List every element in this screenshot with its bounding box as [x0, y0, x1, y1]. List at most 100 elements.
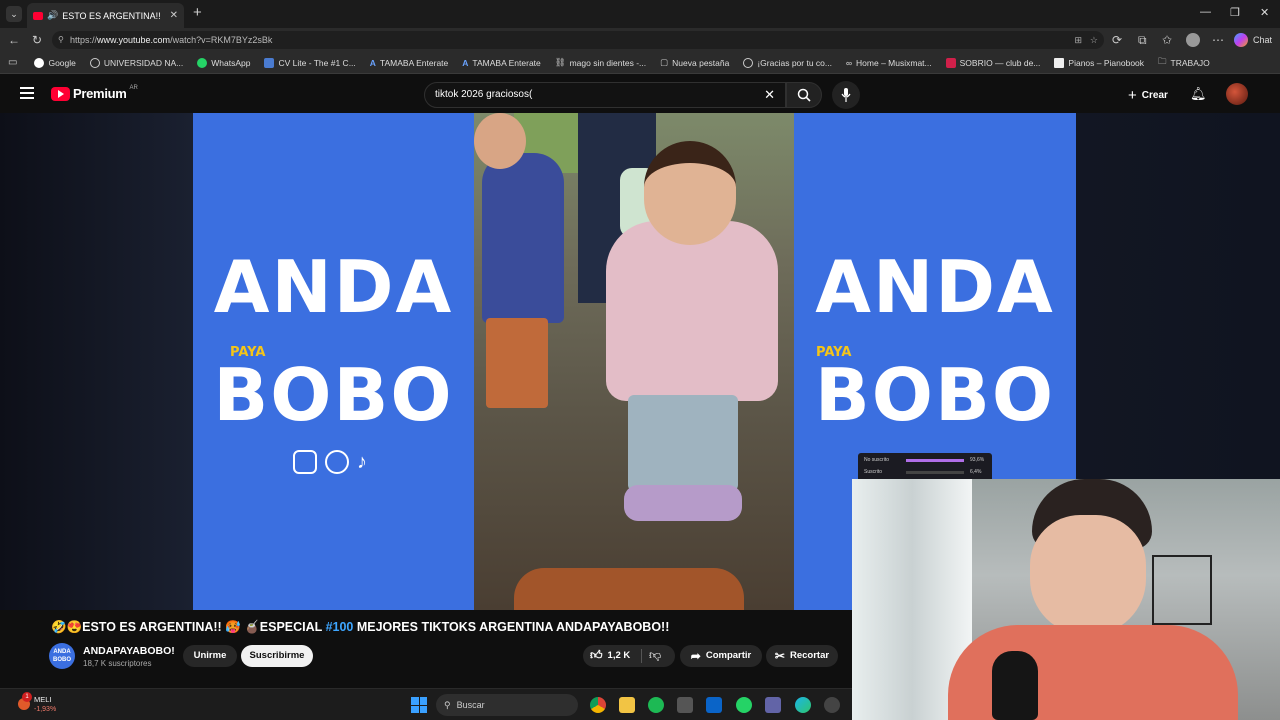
file-explorer-icon[interactable] — [619, 697, 635, 713]
copilot-icon[interactable] — [1234, 33, 1248, 47]
person-face — [1030, 515, 1146, 635]
spotify-icon[interactable] — [648, 697, 664, 713]
account-avatar[interactable] — [1226, 83, 1248, 105]
thumbs-up-icon: 👍︎ — [590, 648, 603, 662]
share-button[interactable]: ➦ Compartir — [680, 645, 762, 667]
chat-label[interactable]: Chat — [1253, 35, 1272, 45]
clear-search-icon[interactable]: ✕ — [764, 83, 775, 107]
outlook-icon[interactable] — [706, 697, 722, 713]
bookmark-item[interactable]: Google — [27, 57, 82, 68]
close-tab-icon[interactable]: ✕ — [170, 10, 178, 21]
split-screen-icon[interactable]: ⧉ — [1138, 33, 1147, 48]
address-bar[interactable]: ⚲ https://www.youtube.com/watch?v=RKM7BY… — [52, 31, 1104, 49]
subscribe-button[interactable]: Suscribirme — [241, 645, 313, 667]
whatsapp-icon — [197, 57, 208, 68]
search-button[interactable] — [786, 82, 822, 108]
search-icon — [797, 88, 811, 102]
bookmark-item[interactable]: A TAMABA Enterate — [363, 58, 456, 68]
url-prefix: https:// — [70, 35, 98, 45]
restore-icon[interactable]: ❐ — [1230, 6, 1240, 19]
tamaba-icon: A — [369, 57, 376, 68]
minimize-icon[interactable]: — — [1200, 6, 1211, 18]
bookmark-item[interactable]: ∞ Home – Musixmat... — [839, 58, 939, 68]
stock-widget[interactable]: 1 MELI -1,93% — [14, 692, 74, 718]
bookmark-item[interactable]: UNIVERSIDAD NA... — [83, 57, 190, 68]
new-tab-icon[interactable]: + — [193, 4, 202, 21]
app-install-icon[interactable]: ⊞ — [1074, 31, 1082, 49]
close-window-icon[interactable]: ✕ — [1260, 6, 1269, 19]
profile-avatar[interactable] — [1186, 33, 1200, 47]
stock-change: -1,93% — [34, 706, 57, 713]
dislike-button[interactable]: 👎︎ — [649, 648, 661, 663]
dislike-divider — [641, 649, 642, 663]
channel-name[interactable]: ANDAPAYABOBO! — [83, 645, 175, 657]
youtube-logo[interactable]: Premium AR — [51, 84, 138, 101]
overlay-word-anda: ANDA — [213, 245, 454, 329]
social-icons: ♪ — [293, 450, 381, 474]
musixmatch-icon: ∞ — [845, 57, 853, 68]
title-hashtag[interactable]: #100 — [326, 620, 354, 634]
left-logo-panel: ANDA PAYA BOBO ♪ — [193, 113, 474, 610]
tiktok-icon: ♪ — [357, 451, 367, 473]
like-button[interactable]: 👍︎ 1,2 K — [590, 648, 630, 663]
steam-icon[interactable] — [824, 697, 840, 713]
bookmark-item[interactable]: SOBRIO — club de... — [939, 57, 1048, 68]
pianobook-icon — [1054, 57, 1065, 68]
favorites-icon[interactable]: ✩ — [1162, 33, 1172, 47]
stock-name: MELI — [34, 695, 52, 704]
windows-start-icon[interactable] — [411, 697, 427, 713]
extensions-icon[interactable]: ⟳ — [1112, 33, 1122, 47]
join-button[interactable]: Unirme — [183, 645, 237, 667]
teams-icon[interactable] — [765, 697, 781, 713]
tab-youtube-video[interactable]: 🔊 ESTO ES ARGENTINA!! ✕ — [27, 3, 184, 28]
tab-menu-icon[interactable]: ⌄ — [6, 6, 22, 22]
taskbar-search[interactable]: ⚲ Buscar — [436, 694, 578, 716]
edge-icon[interactable] — [795, 697, 811, 713]
collections-icon[interactable]: ▭ — [8, 57, 27, 68]
girl-shoes — [624, 485, 742, 521]
overlay-word-bobo: BOBO — [213, 353, 454, 437]
girl-head — [644, 141, 736, 245]
bookmark-item[interactable]: A TAMABA Enterate — [455, 58, 548, 68]
calculator-icon[interactable] — [677, 697, 693, 713]
thumbs-down-icon: 👎︎ — [649, 648, 662, 662]
bookmarks-bar: ▭ Google UNIVERSIDAD NA... WhatsApp CV L… — [0, 52, 1280, 74]
search-input[interactable]: tiktok 2026 graciosos( ✕ — [424, 82, 786, 108]
tamaba-icon: A — [462, 57, 469, 68]
globe-icon — [89, 57, 100, 68]
back-icon[interactable]: ← — [8, 33, 20, 47]
hamburger-menu-icon[interactable] — [20, 87, 34, 99]
channel-avatar[interactable]: ANDA BOBO — [49, 643, 75, 669]
more-menu-icon[interactable]: ⋯ — [1212, 33, 1224, 47]
youtube-header: Premium AR tiktok 2026 graciosos( ✕ + Cr… — [0, 75, 1280, 113]
clip-button[interactable]: ✂ Recortar — [766, 645, 838, 667]
refresh-icon[interactable]: ↻ — [32, 33, 42, 47]
folder-icon: 🗀 — [1158, 55, 1167, 66]
plus-icon: + — [1128, 86, 1137, 104]
whatsapp-taskbar-icon[interactable] — [736, 697, 752, 713]
taskbar-search-icon: ⚲ — [444, 699, 451, 710]
bookmark-item[interactable]: ¡Gracias por tu co... — [736, 57, 839, 68]
microphone-icon — [841, 88, 851, 102]
bookmark-item[interactable]: WhatsApp — [190, 57, 257, 68]
cv-icon — [264, 57, 275, 68]
create-button[interactable]: + Crear — [1122, 84, 1174, 106]
scissors-icon: ✂ — [774, 649, 785, 663]
favorite-star-icon[interactable]: ☆ — [1090, 31, 1098, 49]
url-path: /watch?v=RKM7BYz2sBk — [170, 35, 273, 45]
stock-badge: 1 — [22, 692, 32, 702]
bookmark-item[interactable]: ▢ Nueva pestaña — [653, 57, 736, 68]
instagram-icon — [293, 450, 317, 474]
bookmark-item[interactable]: CV Lite - The #1 C... — [257, 57, 362, 68]
bookmark-item[interactable]: ⛓ mago sin dientes -... — [548, 57, 653, 68]
bookmark-item[interactable]: Pianos – Pianobook — [1047, 57, 1151, 68]
url-domain: www.youtube.com — [97, 35, 171, 45]
boy-legs — [486, 318, 548, 408]
boy-head — [474, 113, 526, 169]
notifications-bell-icon[interactable]: 🔔︎ — [1190, 86, 1207, 102]
chrome-icon[interactable] — [590, 697, 606, 713]
voice-search-button[interactable] — [832, 81, 860, 109]
region-code: AR — [129, 84, 138, 91]
bookmark-item[interactable]: 🗀 TRABAJO — [1151, 56, 1217, 70]
speaker-icon[interactable]: 🔊 — [47, 10, 58, 21]
